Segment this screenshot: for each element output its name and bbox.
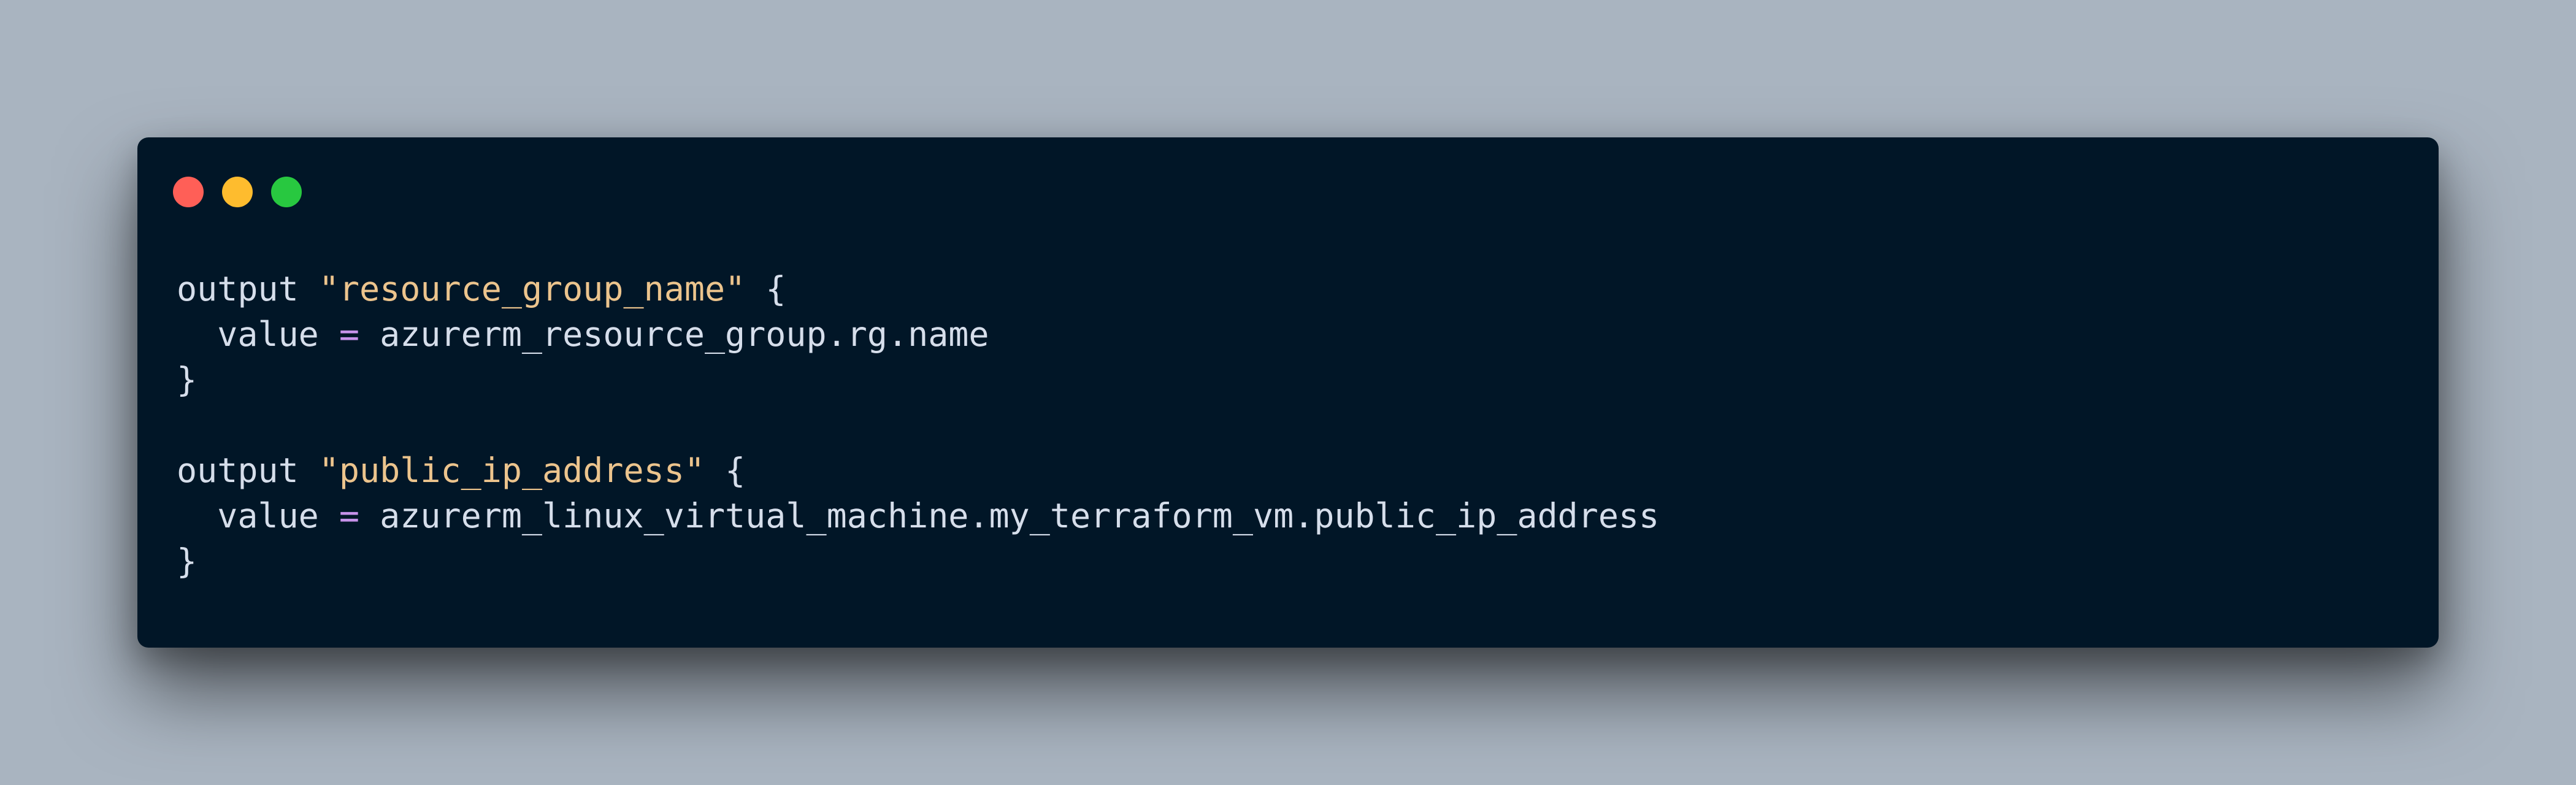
code-token-text: azurerm_linux_virtual_machine.my_terrafo… — [359, 496, 1660, 535]
code-token-text: value — [177, 496, 339, 535]
code-token-punct: { — [765, 269, 786, 308]
code-token-punct: { — [725, 451, 746, 490]
close-button[interactable] — [173, 177, 204, 207]
minimize-button[interactable] — [222, 177, 253, 207]
code-token-string: "public_ip_address" — [318, 451, 705, 490]
code-line: output "public_ip_address" { — [177, 448, 1659, 493]
code-line: value = azurerm_linux_virtual_machine.my… — [177, 493, 1659, 538]
code-token-keyword: output — [177, 451, 299, 490]
code-line: ​ — [177, 402, 1659, 448]
code-token-keyword: output — [177, 269, 299, 308]
code-token-operator: = — [339, 315, 360, 354]
code-token-punct: } — [177, 542, 197, 581]
code-token-operator: = — [339, 496, 360, 535]
code-token-text: value — [177, 315, 339, 354]
maximize-button[interactable] — [271, 177, 302, 207]
code-token-string: "resource_group_name" — [318, 269, 746, 308]
code-line: output "resource_group_name" { — [177, 266, 1659, 312]
code-line: } — [177, 538, 1659, 584]
code-token-punct: } — [177, 360, 197, 399]
code-block: output "resource_group_name" { value = a… — [177, 266, 1659, 584]
code-line: } — [177, 357, 1659, 402]
window-controls — [173, 177, 302, 207]
code-line: value = azurerm_resource_group.rg.name — [177, 312, 1659, 357]
code-window: output "resource_group_name" { value = a… — [137, 137, 2439, 648]
code-token-text: azurerm_resource_group.rg.name — [359, 315, 989, 354]
